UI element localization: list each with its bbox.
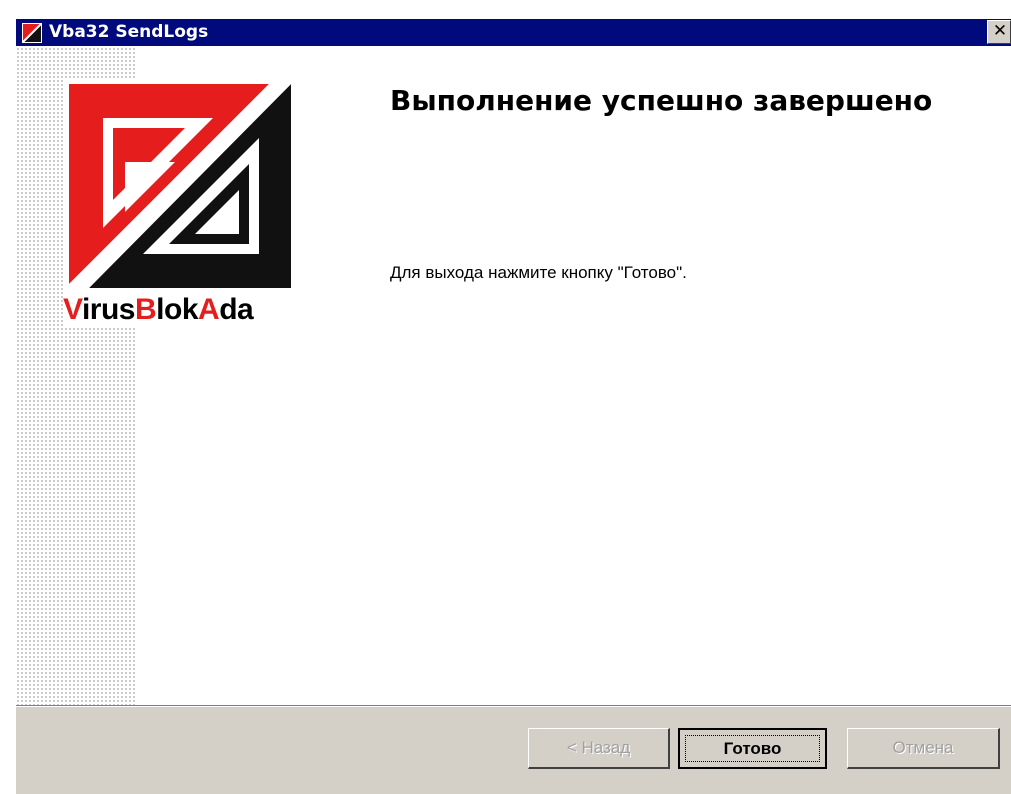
page-heading: Выполнение успешно завершено [390, 84, 933, 117]
app-logo-icon [22, 23, 42, 43]
title-bar[interactable]: Vba32 SendLogs ✕ [16, 19, 1011, 46]
finish-button[interactable]: Готово [678, 728, 827, 769]
cancel-button-label: Отмена [892, 738, 954, 757]
focus-rectangle: Готово [685, 735, 820, 762]
finish-button-label: Готово [723, 739, 782, 758]
instruction-text: Для выхода нажмите кнопку "Готово". [390, 263, 687, 282]
close-icon: ✕ [992, 21, 1008, 41]
logo-wordmark: VirusBlokAda [63, 293, 254, 326]
wizard-window: Vba32 SendLogs ✕ VirusBlokAda Выполнение… [0, 0, 1011, 794]
window-title: Vba32 SendLogs [49, 22, 209, 42]
virusblokada-logo [63, 78, 303, 328]
close-button[interactable]: ✕ [987, 20, 1011, 44]
back-button-label: < Назад [566, 738, 631, 757]
cancel-button[interactable]: Отмена [847, 728, 1000, 769]
back-button[interactable]: < Назад [528, 728, 670, 769]
